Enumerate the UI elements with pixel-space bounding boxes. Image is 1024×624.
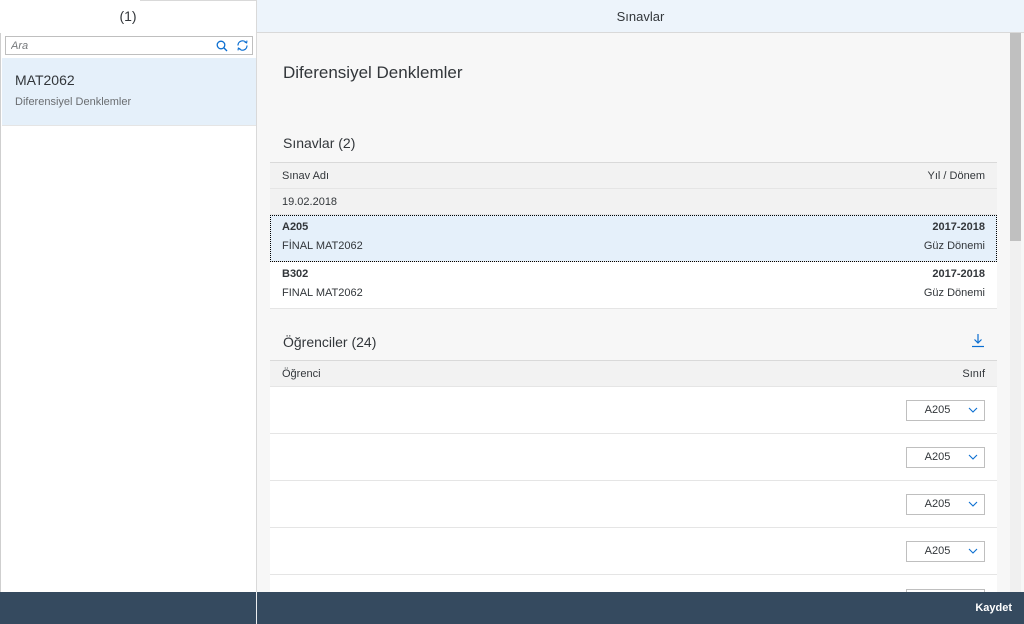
- exam-left-col: B302 FINAL MAT2062: [282, 268, 363, 308]
- app: (1) MAT2062 Diferensiyel Denklemler Sına…: [0, 0, 1024, 624]
- refresh-icon[interactable]: [232, 37, 252, 54]
- search-icon[interactable]: [212, 37, 232, 54]
- exam-term: Güz Dönemi: [923, 240, 985, 252]
- table-row: A205: [270, 387, 997, 434]
- students-section-title: Öğrenciler (24): [283, 334, 377, 350]
- class-select-value: A205: [924, 451, 951, 463]
- page-title: Diferensiyel Denklemler: [283, 63, 463, 82]
- download-icon[interactable]: [971, 333, 985, 351]
- footer-toolbar: Kaydet: [0, 592, 1024, 624]
- exam-room: B302: [282, 268, 309, 280]
- master-header: (1): [0, 0, 257, 33]
- table-row[interactable]: B302 FINAL MAT2062 2017-2018 Güz Dönemi: [270, 262, 997, 309]
- table-row: A205: [270, 528, 997, 575]
- exam-name: FİNAL MAT2062: [282, 240, 363, 252]
- column-header-year-term: Yıl / Dönem: [927, 169, 985, 182]
- exam-left-col: A205 FİNAL MAT2062: [282, 221, 363, 261]
- footer-divider: [256, 592, 257, 624]
- class-select[interactable]: A205: [906, 446, 985, 468]
- scrollbar-thumb[interactable]: [1010, 33, 1021, 241]
- students-table: Öğrenci Sınıf A205 A205 A205 A205: [270, 360, 997, 592]
- chevron-down-icon[interactable]: [962, 501, 984, 507]
- detail-content: Diferensiyel Denklemler Sınavlar (2) Sın…: [257, 33, 1009, 592]
- class-select-value: A205: [924, 404, 951, 416]
- class-select[interactable]: A205: [906, 493, 985, 515]
- chevron-down-icon[interactable]: [962, 548, 984, 554]
- master-pane: (1) MAT2062 Diferensiyel Denklemler: [0, 0, 257, 592]
- exam-right-col: 2017-2018 Güz Dönemi: [924, 221, 985, 261]
- master-header-topline: [140, 0, 257, 1]
- search-input[interactable]: [6, 37, 212, 54]
- course-code: MAT2062: [15, 72, 75, 88]
- exams-table: Sınav Adı Yıl / Dönem 19.02.2018 A205 Fİ…: [270, 162, 997, 309]
- detail-header: Sınavlar: [257, 0, 1024, 33]
- exam-year: 2017-2018: [932, 268, 985, 280]
- exam-term: Güz Dönemi: [923, 287, 985, 299]
- class-select-value: A205: [924, 498, 951, 510]
- exam-year: 2017-2018: [932, 221, 985, 233]
- master-list-item[interactable]: MAT2062 Diferensiyel Denklemler: [2, 58, 256, 126]
- class-select-value: A205: [924, 545, 951, 557]
- group-header-date: 19.02.2018: [270, 189, 997, 215]
- exam-room: A205: [282, 221, 309, 233]
- course-name: Diferensiyel Denklemler: [15, 96, 132, 108]
- search-box: [5, 36, 253, 55]
- save-button[interactable]: Kaydet: [975, 602, 1012, 614]
- detail-pane: Sınavlar Diferensiyel Denklemler Sınavla…: [257, 0, 1024, 592]
- detail-header-title: Sınavlar: [616, 8, 665, 24]
- class-select[interactable]: A205: [906, 540, 985, 562]
- class-select[interactable]: A205: [906, 399, 985, 421]
- table-row: A205: [270, 481, 997, 528]
- table-row[interactable]: A205 FİNAL MAT2062 2017-2018 Güz Dönemi: [270, 215, 997, 262]
- group-date-label: 19.02.2018: [282, 195, 338, 208]
- students-table-header: Öğrenci Sınıf: [270, 361, 997, 387]
- search-bar: [5, 36, 253, 55]
- column-header-class: Sınıf: [962, 367, 985, 380]
- master-count: (1): [119, 8, 137, 24]
- exams-table-header: Sınav Adı Yıl / Dönem: [270, 163, 997, 189]
- table-row: A205: [270, 434, 997, 481]
- table-row-partial: [270, 575, 997, 592]
- chevron-down-icon[interactable]: [962, 454, 984, 460]
- exam-right-col: 2017-2018 Güz Dönemi: [924, 268, 985, 308]
- exams-section-title: Sınavlar (2): [283, 135, 356, 151]
- exam-name: FINAL MAT2062: [282, 287, 363, 299]
- column-header-exam-name: Sınav Adı: [282, 169, 330, 182]
- scrollbar[interactable]: [1010, 33, 1021, 592]
- column-header-student: Öğrenci: [282, 367, 321, 380]
- chevron-down-icon[interactable]: [962, 407, 984, 413]
